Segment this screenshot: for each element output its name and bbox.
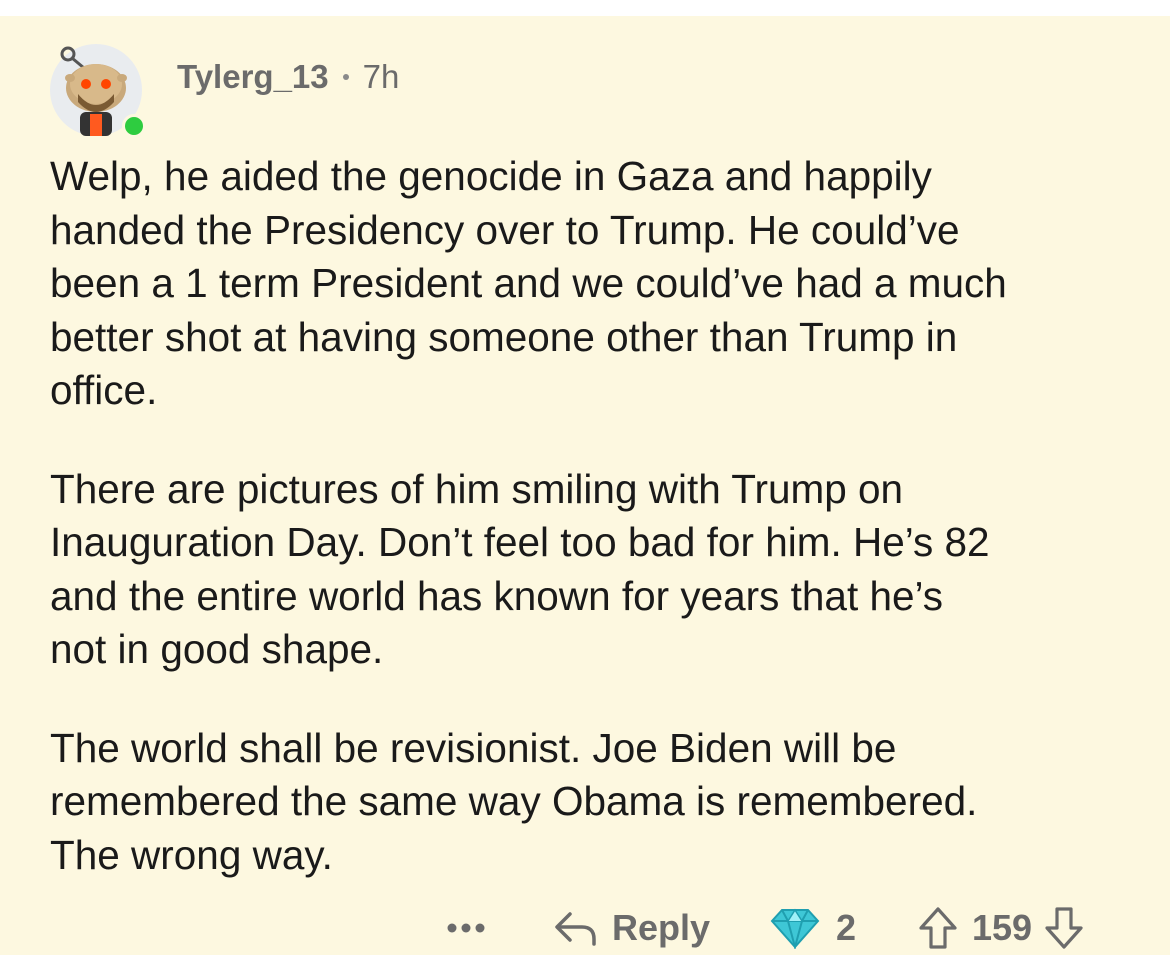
username-link[interactable]: Tylerg_13 (177, 58, 329, 96)
award-button[interactable]: 2 (770, 900, 856, 956)
comment-paragraph: Welp, he aided the genocide in Gaza and … (50, 153, 1007, 413)
timestamp: 7h (362, 58, 400, 95)
award-count: 2 (836, 907, 857, 948)
comment-paragraph: There are pictures of him smiling with T… (50, 465, 990, 673)
comment-body: Welp, he aided the genocide in Gaza and … (50, 150, 1140, 927)
avatar[interactable] (50, 44, 146, 138)
vote-controls: 159 (918, 900, 1084, 956)
reply-arrow-icon (555, 912, 596, 946)
online-status-dot (122, 114, 146, 138)
comment-meta: Tylerg_13 7h (177, 58, 399, 96)
downvote-arrow-icon[interactable] (1044, 906, 1084, 950)
comment-card: Tylerg_13 7h Welp, he aided the genocide… (0, 16, 1170, 955)
upvote-arrow-icon[interactable] (918, 906, 958, 950)
comment-actions-bar: Reply 2 159 (0, 900, 1170, 956)
comment-paragraph: The world shall be revisionist. Joe Bide… (50, 724, 978, 878)
vote-score: 159 (972, 907, 1033, 948)
reply-label: Reply (612, 907, 711, 948)
reply-button[interactable]: Reply (552, 900, 710, 956)
more-options-button[interactable] (446, 900, 486, 956)
diamond-award-icon (770, 908, 820, 949)
separator-dot-icon (342, 74, 349, 80)
ellipsis-icon (447, 923, 485, 933)
